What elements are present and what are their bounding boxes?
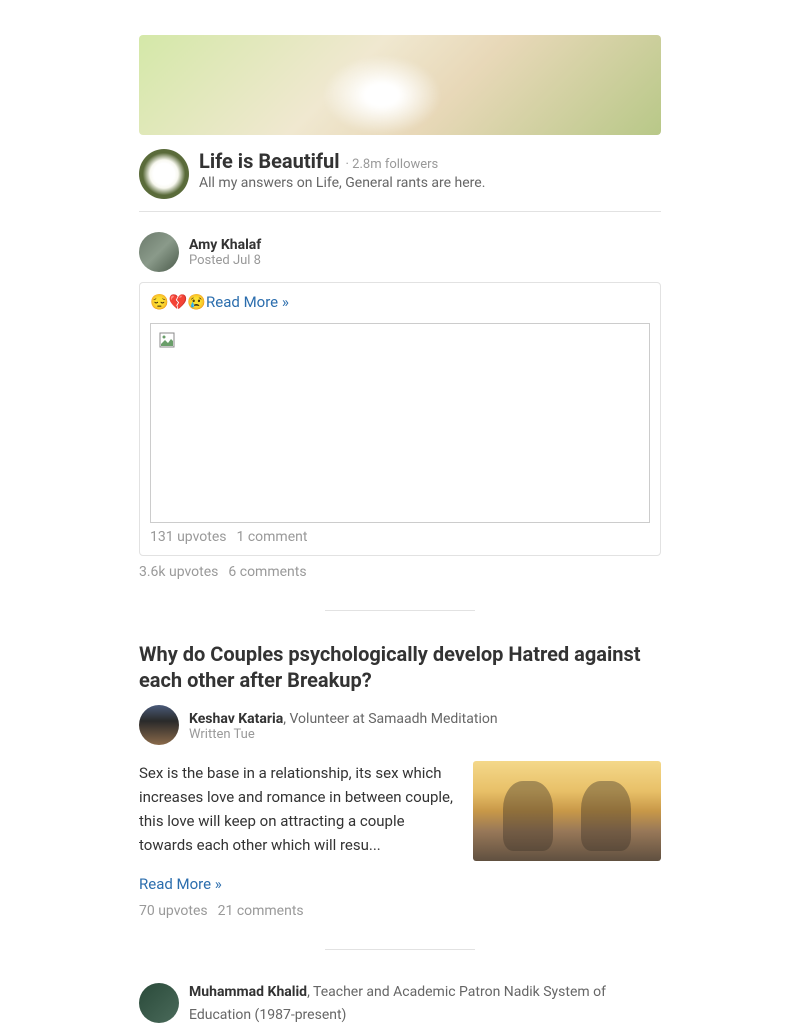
space-banner-image[interactable] (139, 35, 661, 135)
author-row: Keshav Kataria, Volunteer at Samaadh Med… (139, 705, 661, 745)
author-name[interactable]: Keshav Kataria (189, 711, 283, 727)
post-thumbnail[interactable] (473, 761, 661, 861)
post-divider (325, 610, 475, 611)
author-name[interactable]: Muhammad Khalid (189, 984, 307, 1000)
post-upvotes[interactable]: 70 upvotes (139, 903, 208, 919)
post-timestamp[interactable]: Written Tue (189, 727, 498, 742)
author-row: Muhammad Khalid, Teacher and Academic Pa… (139, 980, 661, 1025)
author-avatar[interactable] (139, 983, 179, 1023)
read-more-link[interactable]: Read More » (206, 293, 289, 311)
post-excerpt: Sex is the base in a relationship, its s… (139, 761, 459, 861)
author-info: Amy Khalaf Posted Jul 8 (189, 237, 261, 268)
emoji-text: 😔💔😢 (150, 293, 206, 311)
post-item: Why do Couples psychologically develop H… (139, 641, 661, 919)
author-name[interactable]: Amy Khalaf (189, 237, 261, 253)
embed-stats: 131 upvotes 1 comment (150, 523, 650, 545)
space-title-row: Life is Beautiful · 2.8m followers (199, 149, 485, 173)
post-stats: 3.6k upvotes 6 comments (139, 564, 661, 580)
author-info: Muhammad Khalid, Teacher and Academic Pa… (189, 980, 661, 1025)
embed-comments[interactable]: 1 comment (236, 529, 307, 545)
space-followers: · 2.8m followers (346, 157, 439, 172)
post-body: Sex is the base in a relationship, its s… (139, 761, 661, 861)
read-more-link[interactable]: Read More » (139, 875, 661, 893)
broken-image-icon (159, 332, 175, 348)
author-avatar[interactable] (139, 705, 179, 745)
space-avatar[interactable] (139, 149, 189, 199)
embed-upvotes[interactable]: 131 upvotes (150, 529, 226, 545)
author-name-row: Keshav Kataria, Volunteer at Samaadh Med… (189, 708, 498, 727)
author-avatar[interactable] (139, 232, 179, 272)
space-info: Life is Beautiful · 2.8m followers All m… (199, 149, 485, 191)
space-title[interactable]: Life is Beautiful (199, 149, 340, 173)
post-timestamp[interactable]: Posted Jul 8 (189, 253, 261, 268)
embed-text-row: 😔💔😢Read More » (150, 293, 650, 311)
post-item: Amy Khalaf Posted Jul 8 😔💔😢Read More » 1… (139, 212, 661, 580)
post-title[interactable]: Why do Couples psychologically develop H… (139, 641, 661, 693)
post-comments[interactable]: 21 comments (218, 903, 304, 919)
post-item: Muhammad Khalid, Teacher and Academic Pa… (139, 980, 661, 1025)
post-comments[interactable]: 6 comments (228, 564, 306, 580)
space-description: All my answers on Life, General rants ar… (199, 175, 485, 191)
embedded-post: 😔💔😢Read More » 131 upvotes 1 comment (139, 282, 661, 556)
author-credential: , Volunteer at Samaadh Meditation (283, 711, 497, 727)
embedded-image-placeholder[interactable] (150, 323, 650, 523)
author-row: Amy Khalaf Posted Jul 8 (139, 232, 661, 272)
post-divider (325, 949, 475, 950)
post-upvotes[interactable]: 3.6k upvotes (139, 564, 218, 580)
feed-container: Life is Beautiful · 2.8m followers All m… (139, 0, 661, 1025)
author-name-row: Muhammad Khalid, Teacher and Academic Pa… (189, 980, 661, 1025)
post-stats: 70 upvotes 21 comments (139, 903, 661, 919)
author-info: Keshav Kataria, Volunteer at Samaadh Med… (189, 708, 498, 742)
space-header: Life is Beautiful · 2.8m followers All m… (139, 135, 661, 212)
